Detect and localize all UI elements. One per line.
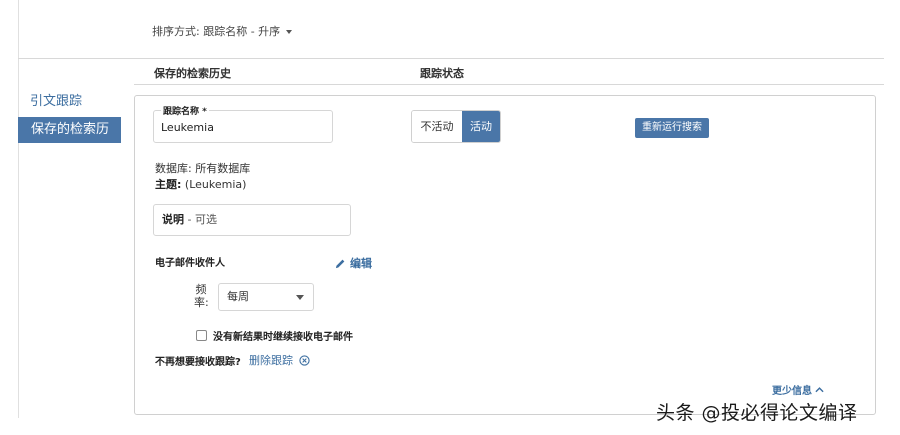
stop-tracking-prompt: 不再想要接收跟踪? — [155, 357, 241, 368]
watermark: 头条 @投必得论文编译 — [656, 402, 858, 424]
close-circle-icon — [299, 354, 310, 366]
caret-down-icon — [286, 30, 293, 34]
divider — [134, 84, 884, 85]
topic-info: 主题: (Leukemia) — [155, 176, 246, 192]
description-input[interactable]: 说明 - 可选 — [153, 204, 351, 236]
sort-dropdown[interactable]: 排序方式: 跟踪名称 - 升序 — [152, 23, 293, 39]
description-optional: - 可选 — [187, 213, 217, 226]
no-results-email-label: 没有新结果时继续接收电子邮件 — [213, 332, 353, 343]
tracker-name-value[interactable]: Leukemia — [161, 121, 214, 134]
chevron-up-icon — [815, 386, 824, 393]
edit-label: 编辑 — [350, 257, 372, 270]
email-recipients-label: 电子邮件收件人 — [155, 258, 225, 269]
frequency-select[interactable]: 每周 — [218, 283, 314, 311]
rerun-search-button[interactable]: 重新运行搜索 — [635, 118, 709, 138]
description-label: 说明 — [162, 213, 184, 226]
status-toggle: 不活动 活动 — [411, 110, 501, 143]
divider — [18, 58, 884, 59]
delete-tracking-link[interactable]: 删除跟踪 — [249, 352, 310, 368]
topic-label: 主题: — [155, 178, 182, 191]
status-inactive-button[interactable]: 不活动 — [412, 111, 462, 142]
frequency-label: 频率: — [194, 283, 209, 309]
frequency-value: 每周 — [227, 290, 249, 303]
left-border — [18, 0, 19, 418]
sidebar-item-citation-tracking[interactable]: 引文跟踪 — [30, 89, 82, 115]
edit-link[interactable]: 编辑 — [335, 255, 372, 271]
chevron-down-icon — [296, 295, 304, 300]
tracker-card — [134, 95, 876, 415]
less-info-label: 更少信息 — [772, 386, 812, 397]
tracker-name-label: 跟踪名称 * — [161, 104, 209, 117]
status-active-button[interactable]: 活动 — [462, 111, 500, 142]
database-info: 数据库: 所有数据库 — [155, 162, 251, 175]
delete-label: 删除跟踪 — [249, 354, 293, 367]
sidebar-item-saved-history[interactable]: 保存的检索历史 — [18, 117, 121, 163]
pencil-icon — [335, 258, 346, 269]
column-header-saved-history: 保存的检索历史 — [154, 67, 231, 80]
column-header-tracking-status: 跟踪状态 — [420, 67, 464, 80]
less-info-toggle[interactable]: 更少信息 — [772, 382, 824, 397]
sort-label: 排序方式: 跟踪名称 - 升序 — [152, 25, 281, 38]
no-results-email-checkbox[interactable] — [196, 330, 207, 341]
topic-value: (Leukemia) — [184, 178, 247, 191]
